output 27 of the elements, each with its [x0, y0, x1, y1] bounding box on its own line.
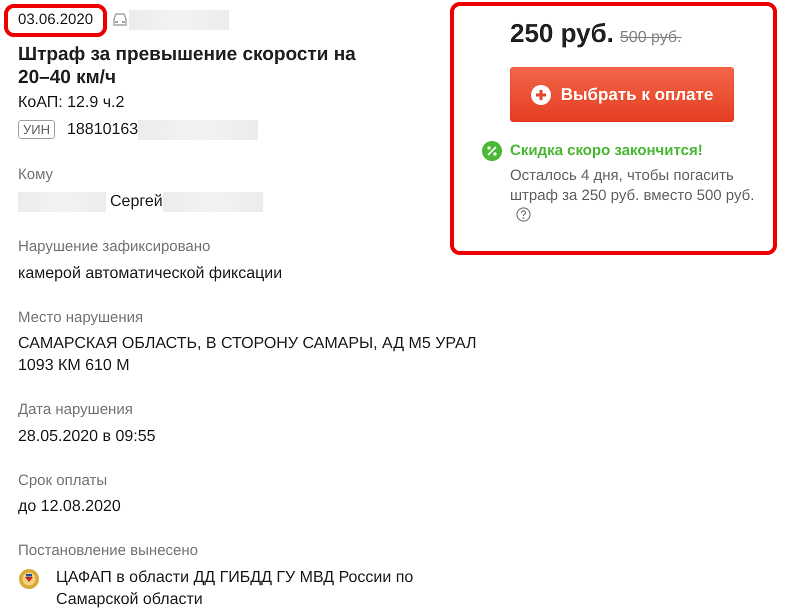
fine-title: Штраф за превышение скорости на 20–40 км/ч [18, 42, 357, 88]
detail-value: САМАРСКАЯ ОБЛАСТЬ, В СТОРОНУ САМАРЫ, АД М5 УРАЛ 1093 КМ 610 М [18, 334, 478, 376]
article-text: КоАП: 12.9 ч.2 [18, 92, 126, 112]
car-icon [111, 12, 130, 28]
detail-label: Срок оплаты [18, 470, 108, 490]
detail-label: Дата нарушения [18, 400, 134, 420]
plus-icon [530, 84, 551, 104]
help-icon[interactable] [516, 206, 531, 222]
emblem-icon [18, 568, 40, 590]
detail-value: камерой автоматической фиксации [18, 264, 284, 284]
discount-text: Осталось 4 дня, чтобы погасить штраф за 250 руб. вместо 500 руб. [510, 166, 754, 204]
detail-label: Место нарушения [18, 308, 144, 328]
detail-value: 28.05.2020 в 09:55 [18, 426, 157, 446]
detail-label: Постановление вынесено [18, 541, 200, 561]
detail-value: Сергей [110, 192, 163, 212]
detail-value: до 12.08.2020 [18, 497, 122, 517]
detail-label: Нарушение зафиксировано [18, 237, 212, 257]
old-price: 500 руб. [620, 28, 682, 48]
select-for-payment-button[interactable]: Выбрать к оплате [510, 67, 734, 122]
uin-tag: УИН [18, 120, 55, 139]
detail-label: Кому [18, 164, 54, 184]
price: 250 руб. [510, 17, 614, 50]
date-highlight: 03.06.2020 [4, 4, 108, 36]
uin-number: 18810163 [67, 120, 138, 140]
discount-title: Скидка скоро закончится! [510, 141, 703, 161]
percent-icon [482, 141, 502, 162]
detail-value: ЦАФАП в области ДД ГИБДД ГУ МВД России по Самарской области [56, 568, 414, 610]
